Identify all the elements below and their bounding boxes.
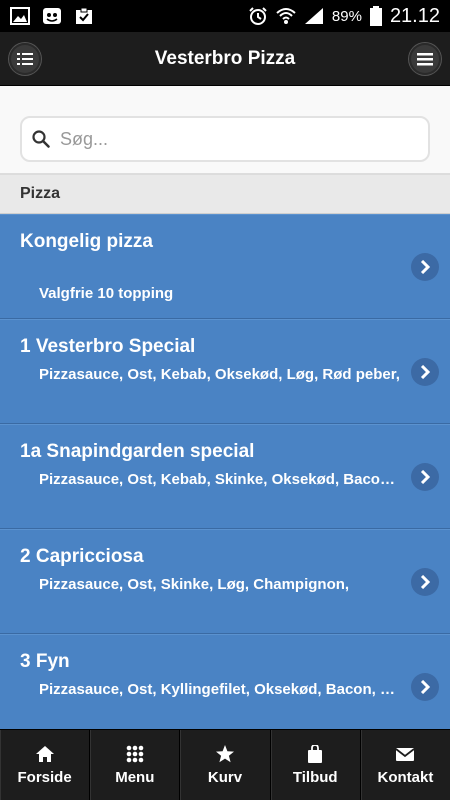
item-title: 2 Capricciosa [20, 546, 144, 567]
app-header: Vesterbro Pizza [0, 32, 450, 86]
menu-button[interactable] [409, 43, 441, 75]
tab-tilbud[interactable]: Tilbud [271, 730, 361, 800]
menu-icon [417, 53, 433, 66]
chevron-right-icon [411, 463, 439, 491]
mail-icon [395, 747, 415, 761]
list-item[interactable]: 2 Capricciosa Pizzasauce, Ost, Skinke, L… [0, 529, 450, 634]
list-button[interactable] [9, 43, 41, 75]
grid-icon [126, 745, 144, 762]
item-description: Pizzasauce, Ost, Skinke, Løg, Champignon… [39, 576, 350, 593]
signal-icon [304, 8, 323, 24]
tab-label: Forside [17, 768, 72, 786]
tab-forside[interactable]: Forside [0, 730, 91, 800]
tab-kurv[interactable]: Kurv [180, 730, 271, 800]
tab-label: Kontakt [377, 768, 434, 786]
search-box [20, 116, 430, 162]
bag-icon [308, 744, 323, 763]
wifi-icon [276, 8, 296, 24]
app-notification-icon [43, 8, 61, 24]
battery-icon [369, 6, 382, 26]
home-icon [35, 745, 54, 762]
item-description: Pizzasauce, Ost, Kyllingefilet, Oksekød,… [39, 681, 401, 698]
image-icon [10, 7, 30, 25]
clock: 21.12 [389, 4, 440, 27]
section-label: Pizza [20, 185, 61, 202]
search-area [0, 86, 450, 174]
list-item[interactable]: 3 Fyn Pizzasauce, Ost, Kyllingefilet, Ok… [0, 634, 450, 739]
item-description: Valgfrie 10 topping [39, 285, 174, 302]
battery-percentage: 89% [331, 7, 362, 25]
status-bar: 89% 21.12 [0, 0, 450, 32]
item-title: Kongelig pizza [20, 231, 153, 252]
item-description: Pizzasauce, Ost, Kebab, Oksekød, Løg, Rø… [39, 366, 400, 383]
star-icon [216, 744, 234, 762]
list-item[interactable]: Kongelig pizza Valgfrie 10 topping [0, 214, 450, 319]
tab-label: Menu [115, 768, 155, 786]
chevron-right-icon [411, 568, 439, 596]
item-title: 1a Snapindgarden special [20, 441, 255, 462]
alarm-icon [249, 7, 267, 25]
page-title: Vesterbro Pizza [154, 47, 296, 69]
bottom-tab-bar: Forside Menu Kurv Tilbud Kontakt [0, 729, 450, 800]
list-item[interactable]: 1a Snapindgarden special Pizzasauce, Ost… [0, 424, 450, 529]
chevron-right-icon [411, 673, 439, 701]
chevron-right-icon [411, 358, 439, 386]
clipboard-check-icon [76, 7, 92, 24]
list-item[interactable]: 1 Vesterbro Special Pizzasauce, Ost, Keb… [0, 319, 450, 424]
chevron-right-icon [411, 253, 439, 281]
list-icon [17, 53, 33, 65]
tab-label: Kurv [207, 768, 243, 786]
tab-label: Tilbud [292, 768, 338, 786]
tab-kontakt[interactable]: Kontakt [361, 730, 450, 800]
tab-menu[interactable]: Menu [90, 730, 181, 800]
item-description: Pizzasauce, Ost, Kebab, Skinke, Oksekød,… [39, 471, 401, 488]
search-input[interactable] [60, 128, 428, 150]
item-title: 3 Fyn [20, 651, 70, 672]
item-title: 1 Vesterbro Special [20, 336, 196, 357]
search-icon [32, 130, 50, 148]
section-divider: Pizza [0, 174, 450, 214]
